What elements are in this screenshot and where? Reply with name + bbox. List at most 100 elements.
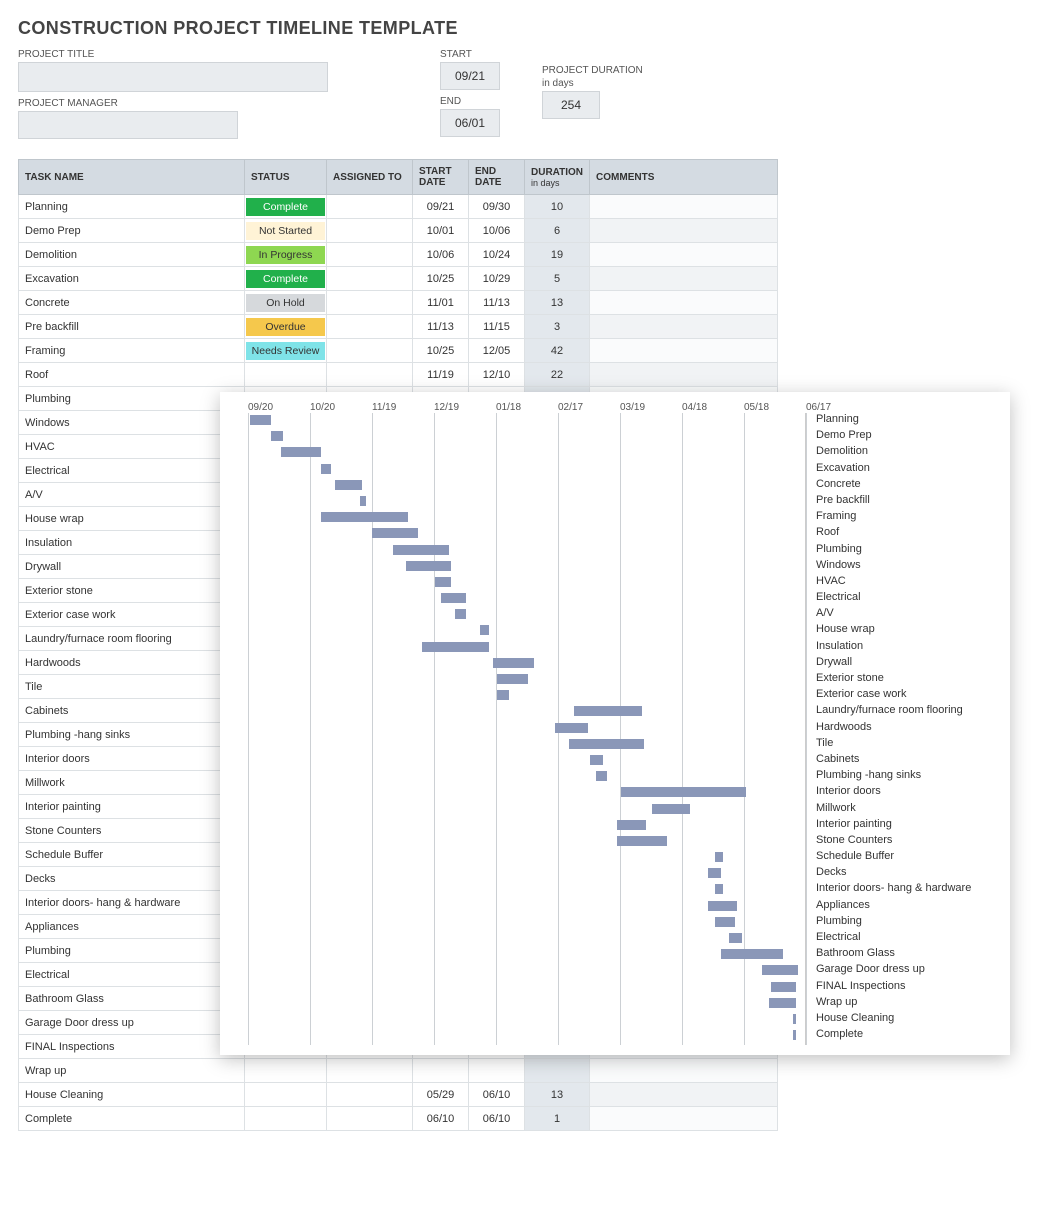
end-date-cell[interactable]: 09/30 [469, 195, 525, 219]
task-name-cell[interactable]: Laundry/furnace room flooring [19, 627, 245, 651]
task-name-cell[interactable]: Plumbing [19, 387, 245, 411]
col-assigned[interactable]: ASSIGNED TO [327, 160, 413, 195]
task-name-cell[interactable]: Garage Door dress up [19, 1011, 245, 1035]
status-cell[interactable] [245, 363, 327, 387]
end-input[interactable]: 06/01 [440, 109, 500, 137]
project-title-input[interactable] [18, 62, 328, 92]
assigned-cell[interactable] [327, 291, 413, 315]
assigned-cell[interactable] [327, 219, 413, 243]
task-name-cell[interactable]: Demolition [19, 243, 245, 267]
end-date-cell[interactable]: 10/29 [469, 267, 525, 291]
comments-cell[interactable] [590, 243, 778, 267]
project-manager-input[interactable] [18, 111, 238, 139]
end-date-cell[interactable] [469, 1059, 525, 1083]
start-date-cell[interactable]: 11/19 [413, 363, 469, 387]
start-date-cell[interactable]: 10/25 [413, 267, 469, 291]
task-name-cell[interactable]: Plumbing [19, 939, 245, 963]
task-name-cell[interactable]: Interior doors- hang & hardware [19, 891, 245, 915]
table-row[interactable]: ExcavationComplete10/2510/295 [19, 267, 778, 291]
comments-cell[interactable] [590, 267, 778, 291]
task-name-cell[interactable]: Appliances [19, 915, 245, 939]
start-date-cell[interactable]: 06/10 [413, 1107, 469, 1131]
col-duration[interactable]: DURATIONin days [525, 160, 590, 195]
col-end[interactable]: END DATE [469, 160, 525, 195]
table-row[interactable]: FramingNeeds Review10/2512/0542 [19, 339, 778, 363]
assigned-cell[interactable] [327, 243, 413, 267]
table-row[interactable]: DemolitionIn Progress10/0610/2419 [19, 243, 778, 267]
task-name-cell[interactable]: Plumbing -hang sinks [19, 723, 245, 747]
end-date-cell[interactable]: 10/06 [469, 219, 525, 243]
assigned-cell[interactable] [327, 195, 413, 219]
table-row[interactable]: Demo PrepNot Started10/0110/066 [19, 219, 778, 243]
status-cell[interactable]: Not Started [245, 219, 327, 243]
start-date-cell[interactable]: 11/13 [413, 315, 469, 339]
status-cell[interactable] [245, 1059, 327, 1083]
comments-cell[interactable] [590, 1107, 778, 1131]
status-cell[interactable]: Needs Review [245, 339, 327, 363]
table-row[interactable]: Roof11/1912/1022 [19, 363, 778, 387]
assigned-cell[interactable] [327, 339, 413, 363]
task-name-cell[interactable]: Stone Counters [19, 819, 245, 843]
task-name-cell[interactable]: HVAC [19, 435, 245, 459]
task-name-cell[interactable]: House wrap [19, 507, 245, 531]
comments-cell[interactable] [590, 1059, 778, 1083]
task-name-cell[interactable]: Schedule Buffer [19, 843, 245, 867]
start-date-cell[interactable]: 10/06 [413, 243, 469, 267]
status-cell[interactable]: Overdue [245, 315, 327, 339]
table-row[interactable]: Complete06/1006/101 [19, 1107, 778, 1131]
assigned-cell[interactable] [327, 1083, 413, 1107]
task-name-cell[interactable]: House Cleaning [19, 1083, 245, 1107]
comments-cell[interactable] [590, 315, 778, 339]
task-name-cell[interactable]: Roof [19, 363, 245, 387]
task-name-cell[interactable]: Concrete [19, 291, 245, 315]
task-name-cell[interactable]: Windows [19, 411, 245, 435]
start-input[interactable]: 09/21 [440, 62, 500, 90]
end-date-cell[interactable]: 12/10 [469, 363, 525, 387]
start-date-cell[interactable]: 05/29 [413, 1083, 469, 1107]
comments-cell[interactable] [590, 195, 778, 219]
task-name-cell[interactable]: Wrap up [19, 1059, 245, 1083]
comments-cell[interactable] [590, 291, 778, 315]
task-name-cell[interactable]: Interior doors [19, 747, 245, 771]
end-date-cell[interactable]: 11/15 [469, 315, 525, 339]
task-name-cell[interactable]: Millwork [19, 771, 245, 795]
task-name-cell[interactable]: Framing [19, 339, 245, 363]
col-status[interactable]: STATUS [245, 160, 327, 195]
task-name-cell[interactable]: Excavation [19, 267, 245, 291]
comments-cell[interactable] [590, 1083, 778, 1107]
col-task-name[interactable]: TASK NAME [19, 160, 245, 195]
assigned-cell[interactable] [327, 315, 413, 339]
start-date-cell[interactable]: 09/21 [413, 195, 469, 219]
start-date-cell[interactable]: 10/01 [413, 219, 469, 243]
task-name-cell[interactable]: Demo Prep [19, 219, 245, 243]
assigned-cell[interactable] [327, 1107, 413, 1131]
task-name-cell[interactable]: A/V [19, 483, 245, 507]
task-name-cell[interactable]: Interior painting [19, 795, 245, 819]
col-start[interactable]: START DATE [413, 160, 469, 195]
comments-cell[interactable] [590, 339, 778, 363]
task-name-cell[interactable]: Pre backfill [19, 315, 245, 339]
end-date-cell[interactable]: 06/10 [469, 1107, 525, 1131]
assigned-cell[interactable] [327, 267, 413, 291]
task-name-cell[interactable]: FINAL Inspections [19, 1035, 245, 1059]
end-date-cell[interactable]: 10/24 [469, 243, 525, 267]
status-cell[interactable]: Complete [245, 267, 327, 291]
start-date-cell[interactable]: 10/25 [413, 339, 469, 363]
task-name-cell[interactable]: Hardwoods [19, 651, 245, 675]
status-cell[interactable]: Complete [245, 195, 327, 219]
col-comments[interactable]: COMMENTS [590, 160, 778, 195]
status-cell[interactable]: On Hold [245, 291, 327, 315]
task-name-cell[interactable]: Cabinets [19, 699, 245, 723]
end-date-cell[interactable]: 06/10 [469, 1083, 525, 1107]
comments-cell[interactable] [590, 363, 778, 387]
task-name-cell[interactable]: Insulation [19, 531, 245, 555]
end-date-cell[interactable]: 12/05 [469, 339, 525, 363]
task-name-cell[interactable]: Exterior stone [19, 579, 245, 603]
table-row[interactable]: PlanningComplete09/2109/3010 [19, 195, 778, 219]
assigned-cell[interactable] [327, 363, 413, 387]
table-row[interactable]: Wrap up [19, 1059, 778, 1083]
table-row[interactable]: Pre backfillOverdue11/1311/153 [19, 315, 778, 339]
end-date-cell[interactable]: 11/13 [469, 291, 525, 315]
task-name-cell[interactable]: Decks [19, 867, 245, 891]
task-name-cell[interactable]: Drywall [19, 555, 245, 579]
